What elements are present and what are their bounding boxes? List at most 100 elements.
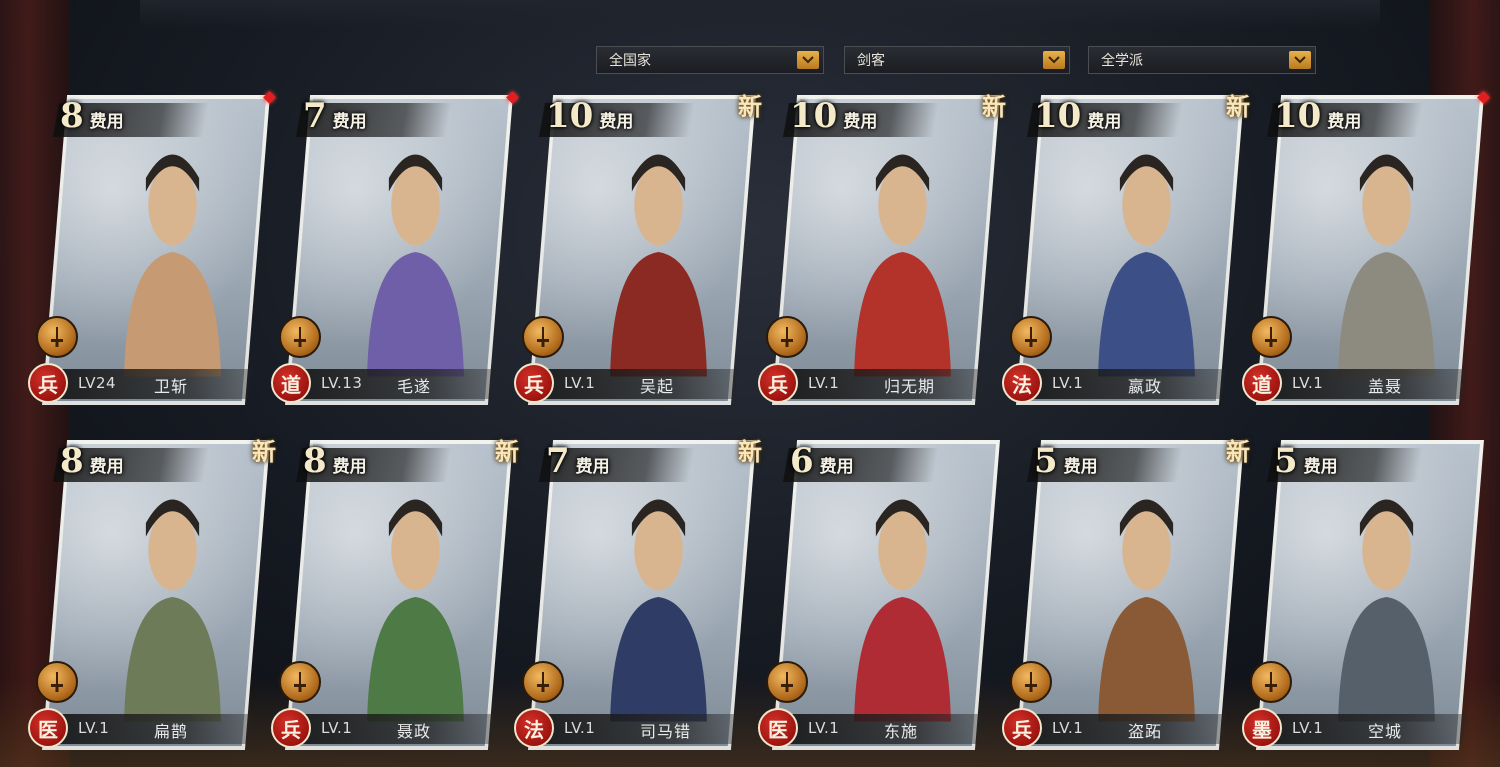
card-frame	[285, 440, 513, 750]
class-badge: 法	[514, 708, 554, 748]
card-info-strip	[1256, 369, 1466, 399]
cost-value: 6	[790, 441, 814, 481]
hero-level: LV.1	[321, 719, 353, 737]
hero-portrait	[367, 499, 464, 722]
card-info-strip	[1256, 714, 1466, 744]
hero-name: 盗跖	[1128, 722, 1163, 741]
cost-label: 费用	[332, 112, 367, 132]
chevron-down-icon[interactable]	[1043, 51, 1065, 69]
card-info-strip	[528, 369, 738, 399]
sword-medal-icon	[279, 316, 321, 358]
cost-label: 费用	[599, 112, 634, 132]
cost-label: 费用	[843, 112, 878, 132]
hero-card[interactable]: 8 费用 兵 LV.1 聂政 新	[271, 437, 519, 750]
cost-display: 7 费用	[546, 444, 610, 478]
hero-level: LV.1	[808, 719, 840, 737]
hero-card[interactable]: 7 费用 道 LV.13 毛遂	[271, 91, 519, 405]
hero-level: LV.1	[1052, 374, 1084, 392]
hero-card[interactable]: 10 费用 道 LV.1 盖聂	[1242, 91, 1490, 405]
country-filter-label: 全国家	[609, 53, 651, 69]
role-filter-label: 剑客	[857, 53, 885, 69]
hero-portrait	[854, 499, 951, 722]
cost-value: 10	[1274, 96, 1322, 136]
cost-display: 8 费用	[60, 444, 124, 478]
sword-medal-icon	[766, 661, 808, 703]
cost-label: 费用	[332, 457, 367, 477]
hero-card[interactable]: 6 费用 医 LV.1 东施	[758, 440, 1000, 750]
card-background	[289, 99, 509, 401]
card-info-strip	[528, 714, 738, 744]
card-frame	[42, 440, 270, 750]
hero-level: LV.1	[1292, 374, 1324, 392]
chevron-down-icon[interactable]	[797, 51, 819, 69]
card-frame	[528, 95, 756, 405]
hero-portrait	[367, 154, 464, 377]
cost-display: 8 费用	[60, 99, 124, 133]
card-background	[776, 444, 996, 746]
hero-card[interactable]: 10 费用 兵 LV.1 吴起 新	[514, 92, 762, 405]
school-filter-dropdown[interactable]: 全学派	[1088, 46, 1316, 74]
hero-card[interactable]: 10 费用 兵 LV.1 归无期 新	[758, 92, 1006, 405]
hero-name: 扁鹊	[154, 722, 189, 741]
card-frame	[1256, 95, 1484, 405]
hero-level: LV.1	[564, 374, 596, 392]
cost-label: 费用	[575, 457, 610, 477]
hero-portrait	[1338, 154, 1435, 377]
cost-value: 5	[1274, 441, 1298, 481]
class-badge: 道	[1242, 363, 1282, 403]
cost-display: 10 费用	[790, 99, 877, 133]
class-badge: 道	[271, 363, 311, 403]
cost-display: 5 费用	[1274, 444, 1338, 478]
cost-label: 费用	[819, 457, 854, 477]
hero-card[interactable]: 5 费用 兵 LV.1 盗跖 新	[1002, 437, 1250, 750]
role-filter-dropdown[interactable]: 剑客	[844, 46, 1070, 74]
chevron-down-icon[interactable]	[1289, 51, 1311, 69]
cost-value: 7	[546, 441, 570, 481]
hero-name: 空城	[1368, 722, 1403, 741]
sword-medal-icon	[36, 661, 78, 703]
hero-level: LV.1	[808, 374, 840, 392]
hero-card[interactable]: 8 费用 兵 LV24 卫斩	[28, 91, 276, 405]
sword-medal-icon	[279, 661, 321, 703]
top-bar	[140, 0, 1380, 28]
card-background	[1020, 99, 1240, 401]
cost-display: 5 费用	[1034, 444, 1098, 478]
card-frame	[772, 95, 1000, 405]
country-filter-dropdown[interactable]: 全国家	[596, 46, 824, 74]
hero-portrait	[610, 154, 707, 377]
card-background	[776, 99, 996, 401]
hero-portrait	[610, 499, 707, 722]
hero-name: 吴起	[640, 377, 675, 396]
card-frame	[528, 440, 756, 750]
school-filter-label: 全学派	[1101, 53, 1143, 69]
card-background	[532, 99, 752, 401]
hero-card[interactable]: 8 费用 医 LV.1 扁鹊 新	[28, 437, 276, 750]
cost-value: 7	[303, 96, 327, 136]
hero-portrait	[124, 154, 221, 377]
hero-card[interactable]: 7 费用 法 LV.1 司马错 新	[514, 437, 762, 750]
hero-portrait	[124, 499, 221, 722]
hero-name: 嬴政	[1128, 377, 1163, 396]
class-badge: 兵	[1002, 708, 1042, 748]
card-background	[1020, 444, 1240, 746]
cost-label: 费用	[89, 112, 124, 132]
card-info-strip	[772, 369, 982, 399]
cost-display: 10 费用	[1274, 99, 1361, 133]
new-badge: 新	[1226, 437, 1250, 466]
hero-portrait	[1098, 154, 1195, 377]
card-info-strip	[1016, 714, 1226, 744]
card-frame	[1016, 440, 1244, 750]
class-badge: 医	[28, 708, 68, 748]
sword-medal-icon	[1010, 661, 1052, 703]
card-background	[1260, 444, 1480, 746]
class-badge: 兵	[758, 363, 798, 403]
sword-medal-icon	[1010, 316, 1052, 358]
hero-card[interactable]: 5 费用 墨 LV.1 空城	[1242, 440, 1484, 750]
new-badge: 新	[738, 437, 762, 466]
cost-value: 8	[60, 96, 84, 136]
hero-card[interactable]: 10 费用 法 LV.1 嬴政 新	[1002, 92, 1250, 405]
class-badge: 兵	[28, 363, 68, 403]
class-badge: 兵	[271, 708, 311, 748]
hero-name: 卫斩	[154, 377, 189, 396]
new-badge: 新	[252, 437, 276, 466]
